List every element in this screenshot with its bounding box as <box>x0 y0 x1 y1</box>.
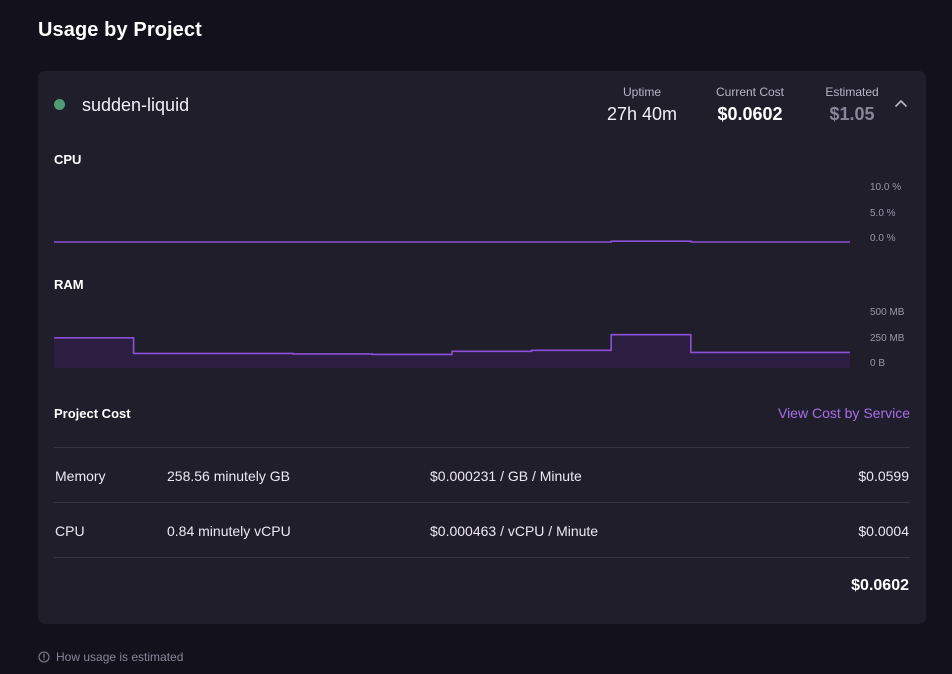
ram-data-point[interactable] <box>532 314 612 368</box>
usage-estimate-help-text: How usage is estimated <box>56 650 184 664</box>
ram-tick-min: 0 B <box>870 358 886 369</box>
cpu-data-point[interactable] <box>134 181 214 242</box>
uptime-stat: Uptime 27h 40m <box>600 85 684 125</box>
ram-data-point[interactable] <box>293 314 373 368</box>
cpu-usage-chart <box>54 181 850 243</box>
cpu-chart-label: CPU <box>54 152 82 167</box>
cost-row-cpu: CPU 0.84 minutely vCPU $0.000463 / vCPU … <box>54 502 910 557</box>
cpu-data-point[interactable] <box>372 181 452 242</box>
chevron-up-icon <box>895 100 907 107</box>
info-circle-icon <box>38 651 50 663</box>
cost-item-quantity: 0.84 minutely vCPU <box>167 523 291 539</box>
cpu-data-point[interactable] <box>770 181 850 242</box>
estimated-cost-value: $1.05 <box>829 104 875 124</box>
current-cost-value: $0.0602 <box>717 104 783 124</box>
ram-data-point[interactable] <box>213 314 293 368</box>
cpu-tick-max: 10.0 % <box>870 182 902 193</box>
cost-item-quantity: 258.56 minutely GB <box>167 468 290 484</box>
estimated-cost-label: Estimated <box>825 85 879 99</box>
cost-total-row: $0.0602 <box>54 557 910 616</box>
project-cost-label: Project Cost <box>54 406 131 421</box>
cpu-tick-mid: 5.0 % <box>870 208 896 219</box>
usage-estimate-help-link[interactable]: How usage is estimated <box>38 650 183 664</box>
uptime-value: 27h 40m <box>606 104 678 124</box>
uptime-label: Uptime <box>622 85 661 99</box>
ram-usage-chart <box>54 314 850 368</box>
ram-tick-mid: 250 MB <box>870 333 905 344</box>
cpu-data-point[interactable] <box>611 181 691 242</box>
cpu-data-point[interactable] <box>691 181 771 242</box>
estimated-cost-stat: Estimated $1.05 <box>812 85 892 125</box>
page-title: Usage by Project <box>38 19 202 41</box>
project-usage-card: sudden-liquid Uptime 27h 40m Current Cos… <box>38 71 926 624</box>
project-name[interactable]: sudden-liquid <box>82 95 189 116</box>
current-cost-stat: Current Cost $0.0602 <box>708 85 792 125</box>
cost-table: Memory 258.56 minutely GB $0.000231 / GB… <box>54 447 910 616</box>
cost-row-memory: Memory 258.56 minutely GB $0.000231 / GB… <box>54 447 910 502</box>
ram-data-point[interactable] <box>54 314 134 368</box>
ram-data-point[interactable] <box>691 314 771 368</box>
ram-data-point[interactable] <box>770 314 850 368</box>
ram-data-point[interactable] <box>372 314 452 368</box>
cpu-data-point[interactable] <box>532 181 612 242</box>
ram-chart-label: RAM <box>54 277 84 292</box>
view-cost-by-service-link[interactable]: View Cost by Service <box>778 405 910 421</box>
cpu-data-point[interactable] <box>213 181 293 242</box>
cost-item-rate: $0.000463 / vCPU / Minute <box>430 523 599 539</box>
cost-item-name: Memory <box>55 468 106 484</box>
ram-data-point[interactable] <box>611 314 691 368</box>
cpu-data-point[interactable] <box>293 181 373 242</box>
cost-item-amount: $0.0004 <box>858 523 909 539</box>
cpu-data-point[interactable] <box>54 181 134 242</box>
cpu-tick-min: 0.0 % <box>870 233 896 244</box>
cost-item-amount: $0.0599 <box>858 468 909 484</box>
cpu-data-point[interactable] <box>452 181 532 242</box>
current-cost-label: Current Cost <box>715 85 785 99</box>
ram-tick-max: 500 MB <box>870 307 905 318</box>
status-indicator <box>54 99 65 110</box>
ram-data-point[interactable] <box>134 314 214 368</box>
cost-total: $0.0602 <box>851 577 909 594</box>
collapse-button[interactable] <box>892 95 910 113</box>
cost-item-name: CPU <box>55 523 85 539</box>
cost-item-rate: $0.000231 / GB / Minute <box>430 468 582 484</box>
ram-data-point[interactable] <box>452 314 532 368</box>
